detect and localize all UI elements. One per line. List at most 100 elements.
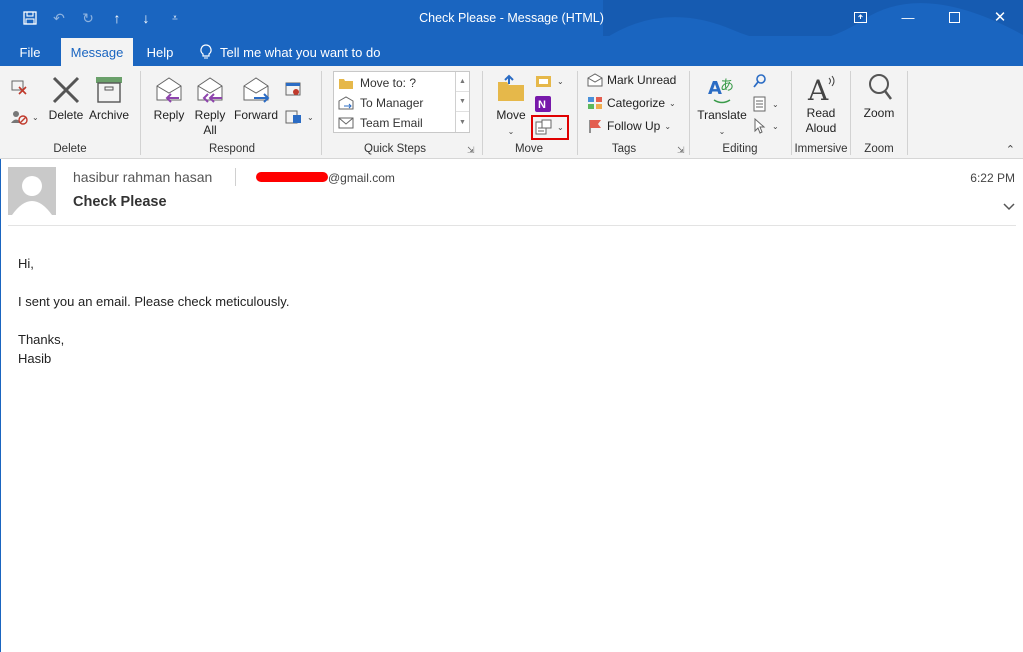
forward-label: Forward — [233, 108, 278, 122]
scroll-down-icon[interactable]: ▼ — [456, 92, 469, 112]
onenote-button[interactable]: N — [535, 95, 551, 113]
tags-dialog-launcher-icon[interactable]: ⇲ — [677, 145, 685, 156]
follow-up-button[interactable]: Follow Up ⌄ — [587, 117, 671, 135]
more-respond-icon — [285, 110, 301, 124]
svg-text:N: N — [538, 99, 546, 111]
tell-me-label: Tell me what you want to do — [220, 44, 381, 60]
mark-unread-button[interactable]: Mark Unread — [587, 71, 676, 89]
forward-button[interactable]: Forward — [233, 74, 279, 123]
message-subject: Check Please — [73, 194, 167, 210]
follow-up-label: Follow Up — [607, 119, 661, 133]
delete-x-icon — [52, 76, 80, 104]
related-icon — [753, 96, 766, 112]
onenote-icon: N — [535, 96, 551, 112]
quick-step-label: Team Email — [360, 116, 423, 130]
select-button[interactable]: ⌄ — [752, 117, 779, 135]
ignore-button[interactable] — [10, 78, 28, 98]
quick-step-move-to[interactable]: Move to: ? — [338, 74, 416, 92]
move-label: Move — [496, 108, 526, 122]
reply-button[interactable]: Reply — [152, 74, 186, 123]
expand-header-icon[interactable] — [1003, 200, 1015, 214]
sender-name[interactable]: hasibur rahman hasan — [73, 169, 212, 185]
group-separator — [907, 71, 908, 155]
envelope-forward-icon — [338, 96, 354, 110]
close-icon[interactable]: ✕ — [990, 8, 1010, 26]
tell-me-search[interactable]: Tell me what you want to do — [200, 38, 380, 66]
delete-label: Delete — [48, 108, 84, 122]
window-border — [0, 159, 1, 652]
ignore-icon — [11, 80, 27, 95]
archive-icon — [96, 77, 122, 103]
rules-button[interactable]: ⌄ — [535, 72, 564, 90]
expand-gallery-icon[interactable]: ▼ — [456, 112, 469, 132]
read-aloud-label-line1: Read — [806, 106, 836, 120]
group-separator — [577, 71, 578, 155]
forward-icon — [243, 77, 270, 103]
meeting-button[interactable] — [285, 80, 301, 98]
move-button[interactable]: Move ⌄ — [493, 74, 529, 139]
more-respond-button[interactable]: ⌄ — [285, 108, 314, 126]
immersive-group-label: Immersive — [794, 143, 848, 155]
ribbon-display-options-icon[interactable] — [850, 8, 870, 26]
sender-email[interactable]: @gmail.com — [328, 171, 395, 185]
editing-group-label: Editing — [722, 143, 758, 155]
group-separator — [482, 71, 483, 155]
find-button[interactable] — [752, 72, 768, 90]
group-separator — [689, 71, 690, 155]
lightbulb-icon — [200, 44, 212, 59]
quick-steps-scrollbar[interactable]: ▲ ▼ ▼ — [455, 72, 469, 132]
cursor-icon — [754, 118, 766, 134]
reply-all-label-line1: Reply — [194, 108, 226, 122]
maximize-icon[interactable] — [944, 8, 964, 26]
group-separator — [140, 71, 141, 155]
translate-icon: Aあ — [708, 78, 734, 104]
zoom-group-label: Zoom — [864, 143, 894, 155]
related-button[interactable]: ⌄ — [752, 95, 779, 113]
zoom-button[interactable]: Zoom — [860, 72, 898, 121]
categorize-label: Categorize — [607, 96, 666, 110]
reply-all-button[interactable]: Reply All — [193, 74, 227, 138]
body-line: I sent you an email. Please check meticu… — [18, 294, 290, 309]
group-separator — [850, 71, 851, 155]
quick-step-to-manager[interactable]: To Manager — [338, 94, 423, 112]
svg-text:A: A — [807, 74, 829, 104]
body-signature: Hasib — [18, 351, 52, 366]
collapse-ribbon-icon[interactable]: ⌃ — [1006, 143, 1015, 156]
reply-icon — [156, 77, 182, 103]
zoom-label: Zoom — [863, 106, 895, 120]
title-bar: ↶ ↻ ↑ ↓ ⩡ Check Please - Message (HTML) … — [0, 0, 1023, 70]
reply-all-label-line2: All — [203, 123, 217, 137]
mark-unread-label: Mark Unread — [607, 73, 677, 87]
actions-highlight-box — [531, 115, 569, 140]
tab-file[interactable]: File — [8, 38, 52, 66]
junk-icon — [11, 111, 28, 125]
delete-group-label: Delete — [53, 143, 87, 155]
quick-steps-group-label: Quick Steps — [364, 143, 426, 155]
archive-button[interactable]: Archive — [88, 74, 130, 123]
chevron-down-icon: ⌄ — [507, 127, 515, 136]
minimize-icon[interactable]: — — [898, 8, 918, 26]
quick-steps-gallery: Move to: ? To Manager Team Email ▲ ▼ ▼ — [333, 71, 470, 133]
redaction-mark — [256, 172, 328, 182]
scroll-up-icon[interactable]: ▲ — [456, 72, 469, 92]
read-aloud-button[interactable]: A Read Aloud — [800, 72, 842, 136]
quick-step-label: To Manager — [360, 96, 424, 110]
tab-help[interactable]: Help — [140, 38, 180, 66]
group-separator — [321, 71, 322, 155]
read-aloud-icon: A — [807, 74, 835, 104]
avatar — [8, 167, 56, 215]
quick-step-label: Move to: ? — [360, 76, 417, 90]
reply-label: Reply — [153, 108, 185, 122]
move-group-label: Move — [514, 143, 544, 155]
svg-text:あ: あ — [720, 78, 734, 94]
envelope-icon — [338, 117, 354, 129]
quick-steps-dialog-launcher-icon[interactable]: ⇲ — [467, 145, 475, 156]
quick-step-team-email[interactable]: Team Email — [338, 114, 423, 132]
find-icon — [753, 74, 766, 88]
tab-message[interactable]: Message — [61, 38, 133, 66]
ribbon: ⌄ Delete Archive Delete Reply Reply All … — [0, 66, 1023, 159]
categorize-button[interactable]: Categorize ⌄ — [587, 94, 676, 112]
delete-button[interactable]: Delete — [48, 74, 84, 123]
translate-button[interactable]: Aあ Translate ⌄ — [697, 74, 747, 139]
junk-button[interactable]: ⌄ — [10, 108, 39, 126]
